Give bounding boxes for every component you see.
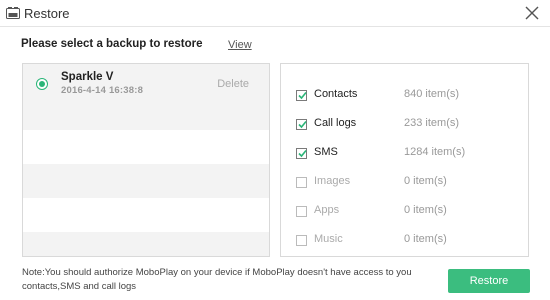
images-checkbox (296, 177, 307, 188)
data-type-row-contacts[interactable]: Contacts 840 item(s) (281, 81, 528, 110)
select-backup-prompt: Please select a backup to restore (21, 38, 203, 50)
data-type-row-call-logs[interactable]: Call logs 233 item(s) (281, 110, 528, 139)
apps-checkbox (296, 206, 307, 217)
backup-device-name: Sparkle V (61, 71, 114, 83)
data-type-count: 0 item(s) (404, 175, 447, 187)
data-type-list: Contacts 840 item(s) Call logs 233 item(… (280, 63, 529, 257)
data-type-label: Apps (314, 204, 340, 216)
window-title: Restore (24, 6, 70, 21)
check-icon (298, 120, 307, 129)
view-link[interactable]: View (228, 39, 252, 51)
empty-backup-row (23, 164, 269, 198)
backup-date: 2016-4-14 16:38:8 (61, 85, 144, 96)
data-type-count: 840 item(s) (404, 88, 460, 100)
call-logs-checkbox[interactable] (296, 119, 307, 130)
empty-backup-row (23, 232, 269, 256)
radio-selected-dot (39, 81, 45, 87)
empty-backup-row (23, 198, 269, 232)
data-type-count: 0 item(s) (404, 204, 447, 216)
data-type-row-sms[interactable]: SMS 1284 item(s) (281, 139, 528, 168)
backup-item[interactable]: Sparkle V 2016-4-14 16:38:8 Delete (23, 64, 269, 130)
authorization-note: Note:You should authorize MoboPlay on yo… (22, 267, 412, 292)
data-type-row-music: Music 0 item(s) (281, 226, 528, 255)
data-type-label: SMS (314, 146, 338, 158)
data-type-count: 0 item(s) (404, 233, 447, 245)
title-bar: Restore (0, 0, 550, 26)
check-icon (298, 91, 307, 100)
sms-checkbox[interactable] (296, 148, 307, 159)
delete-backup-button[interactable]: Delete (217, 78, 249, 90)
close-icon[interactable] (522, 3, 542, 23)
backup-radio[interactable] (36, 78, 48, 90)
empty-backup-row (23, 130, 269, 164)
data-type-count: 1284 item(s) (404, 146, 466, 158)
app-icon (6, 7, 20, 19)
data-type-count: 233 item(s) (404, 117, 460, 129)
data-type-label: Contacts (314, 88, 358, 100)
data-type-row-apps: Apps 0 item(s) (281, 197, 528, 226)
backup-list: Sparkle V 2016-4-14 16:38:8 Delete (22, 63, 270, 257)
data-type-row-images: Images 0 item(s) (281, 168, 528, 197)
data-type-label: Call logs (314, 117, 357, 129)
contacts-checkbox[interactable] (296, 90, 307, 101)
data-type-label: Images (314, 175, 351, 187)
data-type-label: Music (314, 233, 343, 245)
check-icon (298, 149, 307, 158)
title-divider (0, 26, 550, 27)
restore-button[interactable]: Restore (448, 269, 530, 293)
music-checkbox (296, 235, 307, 246)
